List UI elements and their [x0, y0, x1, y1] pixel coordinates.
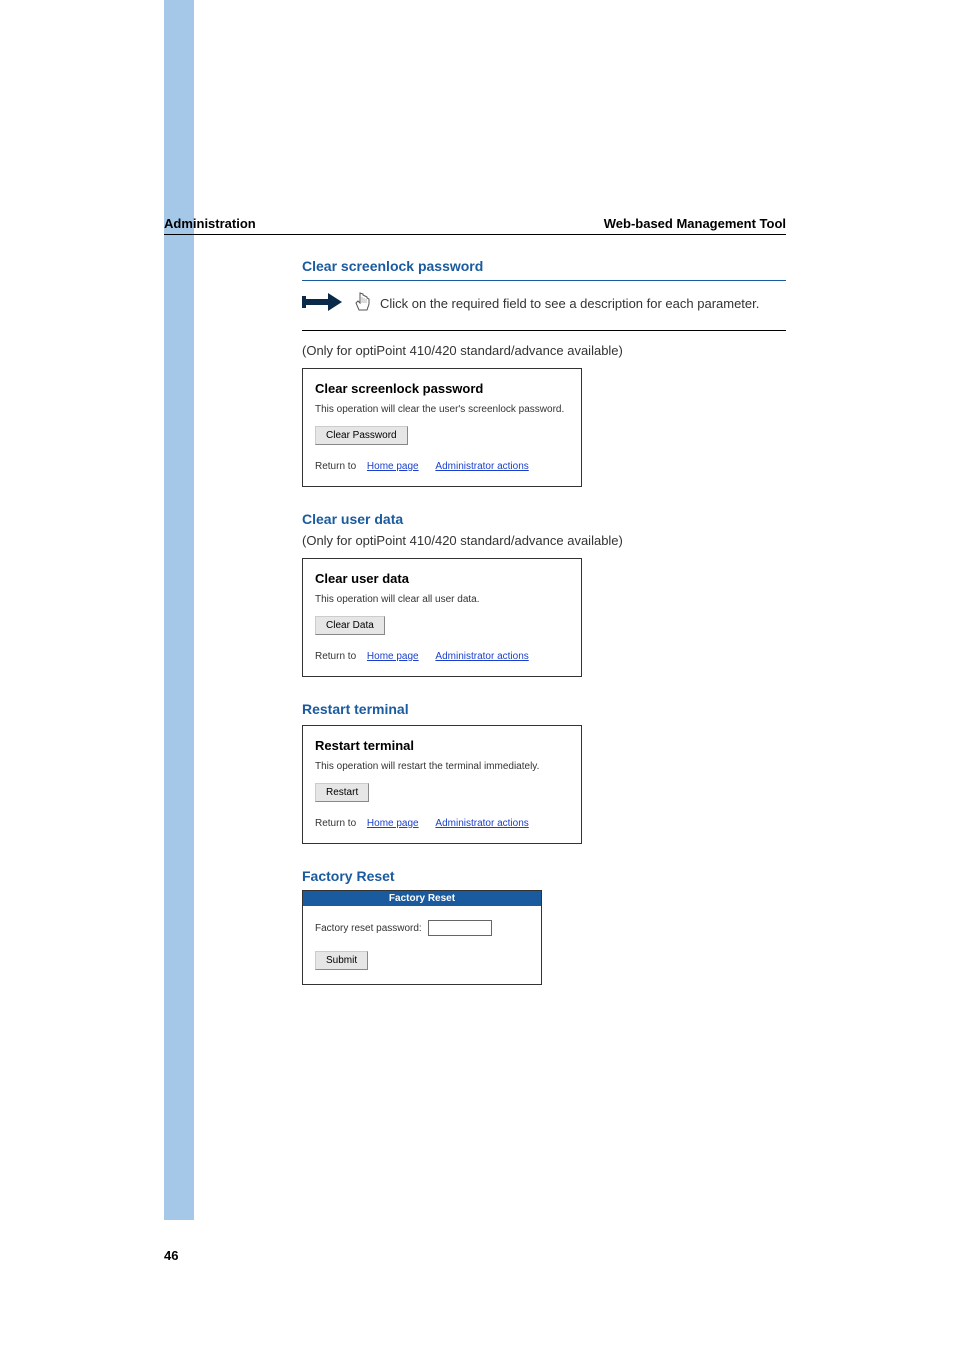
return-to-label: Return to: [315, 461, 356, 472]
header-divider: [164, 234, 786, 235]
factory-reset-heading: Factory Reset: [302, 868, 786, 884]
hand-cursor-icon: [354, 291, 372, 316]
panel-desc: This operation will restart the terminal…: [315, 761, 569, 772]
clear-screenlock-panel: Clear screenlock password This operation…: [302, 368, 582, 487]
factory-reset-password-input[interactable]: [428, 920, 492, 936]
restart-button[interactable]: Restart: [315, 783, 369, 802]
restart-terminal-heading: Restart terminal: [302, 701, 786, 717]
page-header: Administration Web-based Management Tool: [164, 216, 786, 231]
return-to-label: Return to: [315, 651, 356, 662]
factory-reset-body: Factory reset password: Submit: [303, 906, 541, 984]
clear-password-button[interactable]: Clear Password: [315, 426, 408, 445]
home-page-link[interactable]: Home page: [367, 461, 419, 472]
admin-actions-link[interactable]: Administrator actions: [435, 818, 528, 829]
admin-actions-link[interactable]: Administrator actions: [435, 461, 528, 472]
return-to-label: Return to: [315, 818, 356, 829]
clear-data-button[interactable]: Clear Data: [315, 616, 385, 635]
admin-actions-link[interactable]: Administrator actions: [435, 651, 528, 662]
main-content: Clear screenlock password Click on the r…: [302, 258, 786, 985]
availability-note-2: (Only for optiPoint 410/420 standard/adv…: [302, 533, 786, 548]
restart-terminal-panel: Restart terminal This operation will res…: [302, 725, 582, 844]
panel-desc: This operation will clear the user's scr…: [315, 404, 569, 415]
clear-screenlock-heading: Clear screenlock password: [302, 258, 786, 274]
submit-button[interactable]: Submit: [315, 951, 368, 970]
sub-divider: [302, 330, 786, 331]
panel-desc: This operation will clear all user data.: [315, 594, 569, 605]
factory-reset-panel-header: Factory Reset: [303, 891, 541, 906]
heading-underline: [302, 280, 786, 281]
clear-user-data-heading: Clear user data: [302, 511, 786, 527]
return-row: Return to Home page Administrator action…: [315, 818, 569, 829]
panel-title: Restart terminal: [315, 738, 569, 753]
availability-note-1: (Only for optiPoint 410/420 standard/adv…: [302, 343, 786, 358]
header-left: Administration: [164, 216, 256, 231]
info-note-text: Click on the required field to see a des…: [380, 296, 759, 311]
factory-reset-password-label: Factory reset password:: [315, 923, 422, 934]
clear-user-data-panel: Clear user data This operation will clea…: [302, 558, 582, 677]
left-color-bar: [164, 0, 194, 1220]
panel-title: Clear screenlock password: [315, 381, 569, 396]
return-row: Return to Home page Administrator action…: [315, 651, 569, 662]
factory-reset-panel: Factory Reset Factory reset password: Su…: [302, 890, 542, 985]
home-page-link[interactable]: Home page: [367, 651, 419, 662]
home-page-link[interactable]: Home page: [367, 818, 419, 829]
panel-title: Clear user data: [315, 571, 569, 586]
return-row: Return to Home page Administrator action…: [315, 461, 569, 472]
arrow-right-icon: [302, 291, 346, 316]
page-number: 46: [164, 1248, 178, 1263]
info-note: Click on the required field to see a des…: [302, 291, 786, 316]
header-right: Web-based Management Tool: [604, 216, 786, 231]
factory-reset-password-row: Factory reset password:: [315, 920, 529, 936]
